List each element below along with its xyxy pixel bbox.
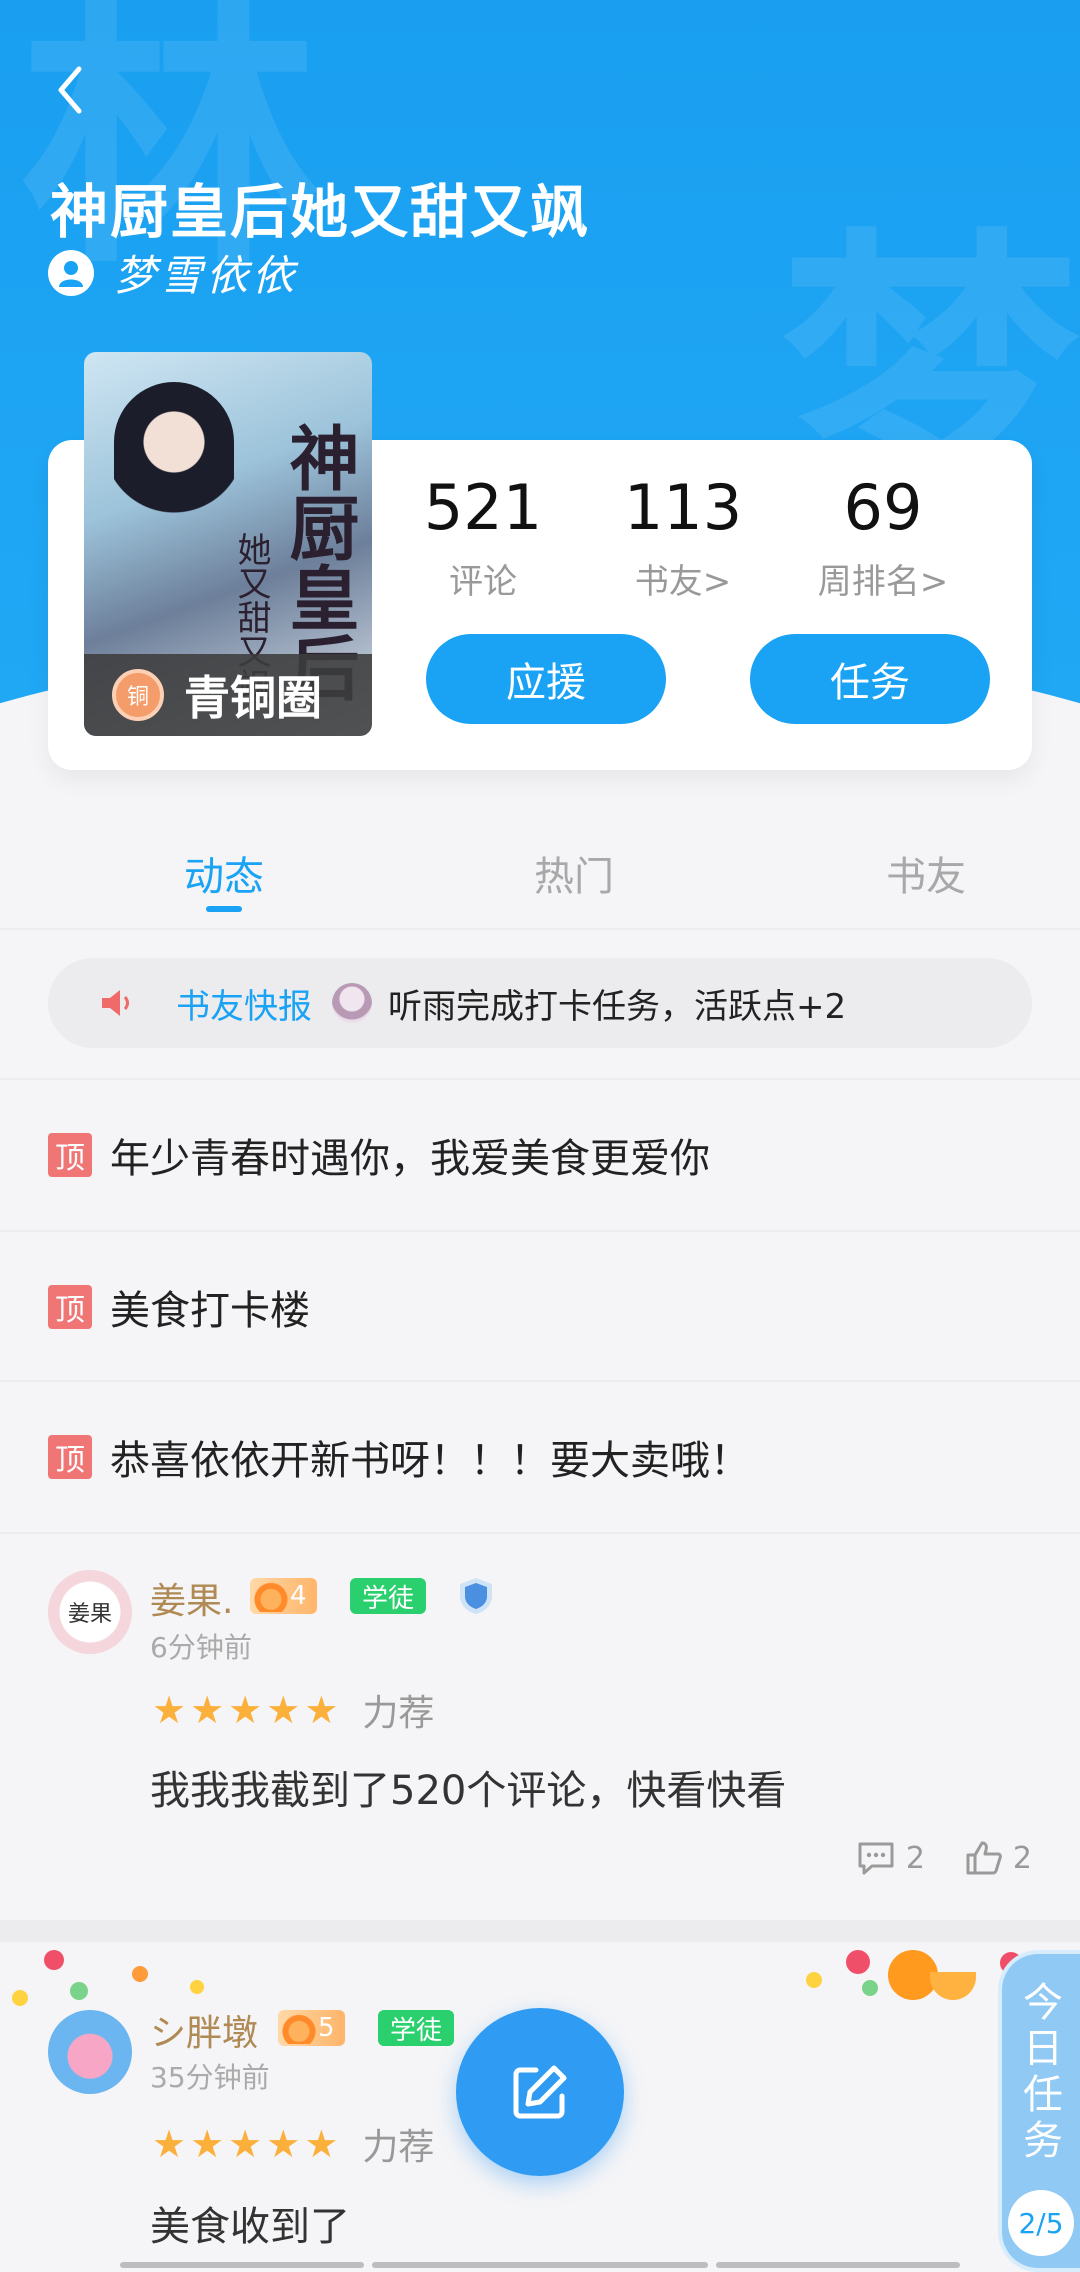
confetti-dot <box>44 1950 64 1970</box>
pinned-post[interactable]: 顶 恭喜依依开新书呀！！！要大卖哦！ <box>0 1382 1080 1532</box>
pinned-tag: 顶 <box>48 1133 92 1177</box>
stat-value: 521 <box>423 471 543 544</box>
tab-bar: 动态 热门 书友 <box>0 830 1080 930</box>
comment-post[interactable]: 姜果 姜果. 4 学徒 6分钟前 ★ ★ ★ ★ ★ 力荐 我我我截到了520个… <box>0 1534 1080 1920</box>
star-icon: ★ <box>228 1688 263 1732</box>
star-icon: ★ <box>228 2122 263 2166</box>
circle-level-label: 青铜圈 <box>184 671 322 725</box>
active-tab-indicator <box>206 906 242 912</box>
confetti-dot <box>862 1980 878 1996</box>
confetti-dot <box>190 1980 204 1994</box>
pinned-post[interactable]: 顶 美食打卡楼 <box>0 1232 1080 1382</box>
like-count: 2 <box>1012 1840 1032 1876</box>
daily-task-panel[interactable]: 今日任务 2/5 <box>998 1950 1080 2272</box>
reader-news-bar[interactable]: 书友快报 听雨完成打卡任务，活跃点+2 <box>48 958 1032 1048</box>
pinned-tag: 顶 <box>48 1285 92 1329</box>
star-icon: ★ <box>266 1688 301 1732</box>
confetti-dot <box>12 1990 28 2006</box>
edit-icon <box>513 2065 567 2119</box>
stat-label: 周排名> <box>817 562 949 602</box>
username[interactable]: シ胖墩 <box>150 2004 258 2056</box>
home-indicator <box>716 2262 960 2268</box>
home-indicator <box>120 2262 364 2268</box>
bronze-medal-icon: 铜 <box>112 669 164 721</box>
avatar <box>332 983 372 1023</box>
post-text: 我我我截到了520个评论，快看快看 <box>150 1768 787 1814</box>
star-rating: ★ ★ ★ ★ ★ 力荐 <box>152 1684 434 1736</box>
circle-level-badge: 铜 青铜圈 <box>84 654 372 736</box>
support-button[interactable]: 应援 <box>426 634 666 724</box>
tasks-button[interactable]: 任务 <box>750 634 990 724</box>
level-badge: 4 <box>250 1570 317 1614</box>
rank-badge: 学徒 <box>350 1578 427 1614</box>
level-badge: 5 <box>278 2002 345 2046</box>
back-button[interactable] <box>40 55 100 125</box>
comment-count: 2 <box>905 1840 925 1876</box>
news-label: 书友快报 <box>176 986 312 1027</box>
star-icon: ★ <box>190 1688 225 1732</box>
star-rating: ★ ★ ★ ★ ★ 力荐 <box>152 2118 434 2170</box>
post-actions: 2 2 <box>816 1840 1032 1876</box>
level-value: 4 <box>290 1581 307 1611</box>
post-time: 6分钟前 <box>150 1631 252 1664</box>
cover-illustration <box>114 382 234 582</box>
author-name: 梦雪依依 <box>114 251 299 300</box>
confetti-dot <box>806 1972 822 1988</box>
like-icon[interactable] <box>965 1840 1003 1876</box>
avatar[interactable] <box>48 2010 132 2094</box>
pinned-title: 美食打卡楼 <box>110 1288 310 1334</box>
daily-task-label: 今日任务 <box>1023 1980 1063 2164</box>
pinned-title: 恭喜依依开新书呀！！！要大卖哦！ <box>110 1438 750 1484</box>
post-time: 35分钟前 <box>150 2061 270 2094</box>
tab-activity[interactable]: 动态 <box>184 844 264 902</box>
star-icon: ★ <box>152 1688 187 1732</box>
flame-icon <box>282 2002 316 2044</box>
write-post-button[interactable] <box>456 2008 624 2176</box>
divider <box>0 928 1080 930</box>
book-title: 神厨皇后她又甜又飒 <box>50 178 591 246</box>
stat-weekly-rank[interactable]: 69 周排名> <box>783 470 983 603</box>
stat-value: 69 <box>843 471 923 544</box>
rating-word: 力荐 <box>362 1693 435 1734</box>
rank-badge: 学徒 <box>378 2010 455 2046</box>
stat-value: 113 <box>623 471 743 544</box>
comment-icon[interactable] <box>856 1840 896 1876</box>
avatar[interactable]: 姜果 <box>48 1570 132 1654</box>
news-text: 听雨完成打卡任务，活跃点+2 <box>388 986 847 1027</box>
tab-readers[interactable]: 书友 <box>886 844 966 902</box>
level-value: 5 <box>318 2013 335 2043</box>
star-icon: ★ <box>190 2122 225 2166</box>
stat-label: 评论 <box>449 562 517 602</box>
stat-comments: 521 评论 <box>383 470 583 603</box>
rating-word: 力荐 <box>362 2127 435 2168</box>
star-icon: ★ <box>304 2122 339 2166</box>
pinned-post[interactable]: 顶 年少青春时遇你，我爱美食更爱你 <box>0 1080 1080 1230</box>
daily-task-progress: 2/5 <box>1008 2190 1074 2256</box>
back-icon <box>58 66 82 114</box>
section-gap <box>0 1920 1080 1942</box>
flame-icon <box>254 1570 288 1612</box>
home-indicator <box>372 2262 708 2268</box>
stat-label: 书友> <box>634 562 732 602</box>
confetti-dot <box>132 1966 148 1982</box>
speaker-icon <box>102 990 129 1016</box>
confetti-dot <box>70 1982 88 2000</box>
author-row[interactable]: 梦雪依依 <box>48 242 298 303</box>
shield-icon <box>460 1578 492 1614</box>
user-icon <box>48 249 94 296</box>
tab-hot[interactable]: 热门 <box>534 844 614 902</box>
stat-readers[interactable]: 113 书友> <box>583 470 783 603</box>
star-icon: ★ <box>266 2122 301 2166</box>
username[interactable]: 姜果. <box>150 1572 233 1624</box>
pinned-tag: 顶 <box>48 1435 92 1479</box>
book-cover[interactable]: 神厨皇后 她又甜又飒 铜 青铜圈 <box>84 352 372 736</box>
star-icon: ★ <box>304 1688 339 1732</box>
post-text: 美食收到了 <box>150 2204 350 2250</box>
star-icon: ★ <box>152 2122 187 2166</box>
confetti-dot <box>846 1950 870 1974</box>
pinned-title: 年少青春时遇你，我爱美食更爱你 <box>110 1136 710 1182</box>
